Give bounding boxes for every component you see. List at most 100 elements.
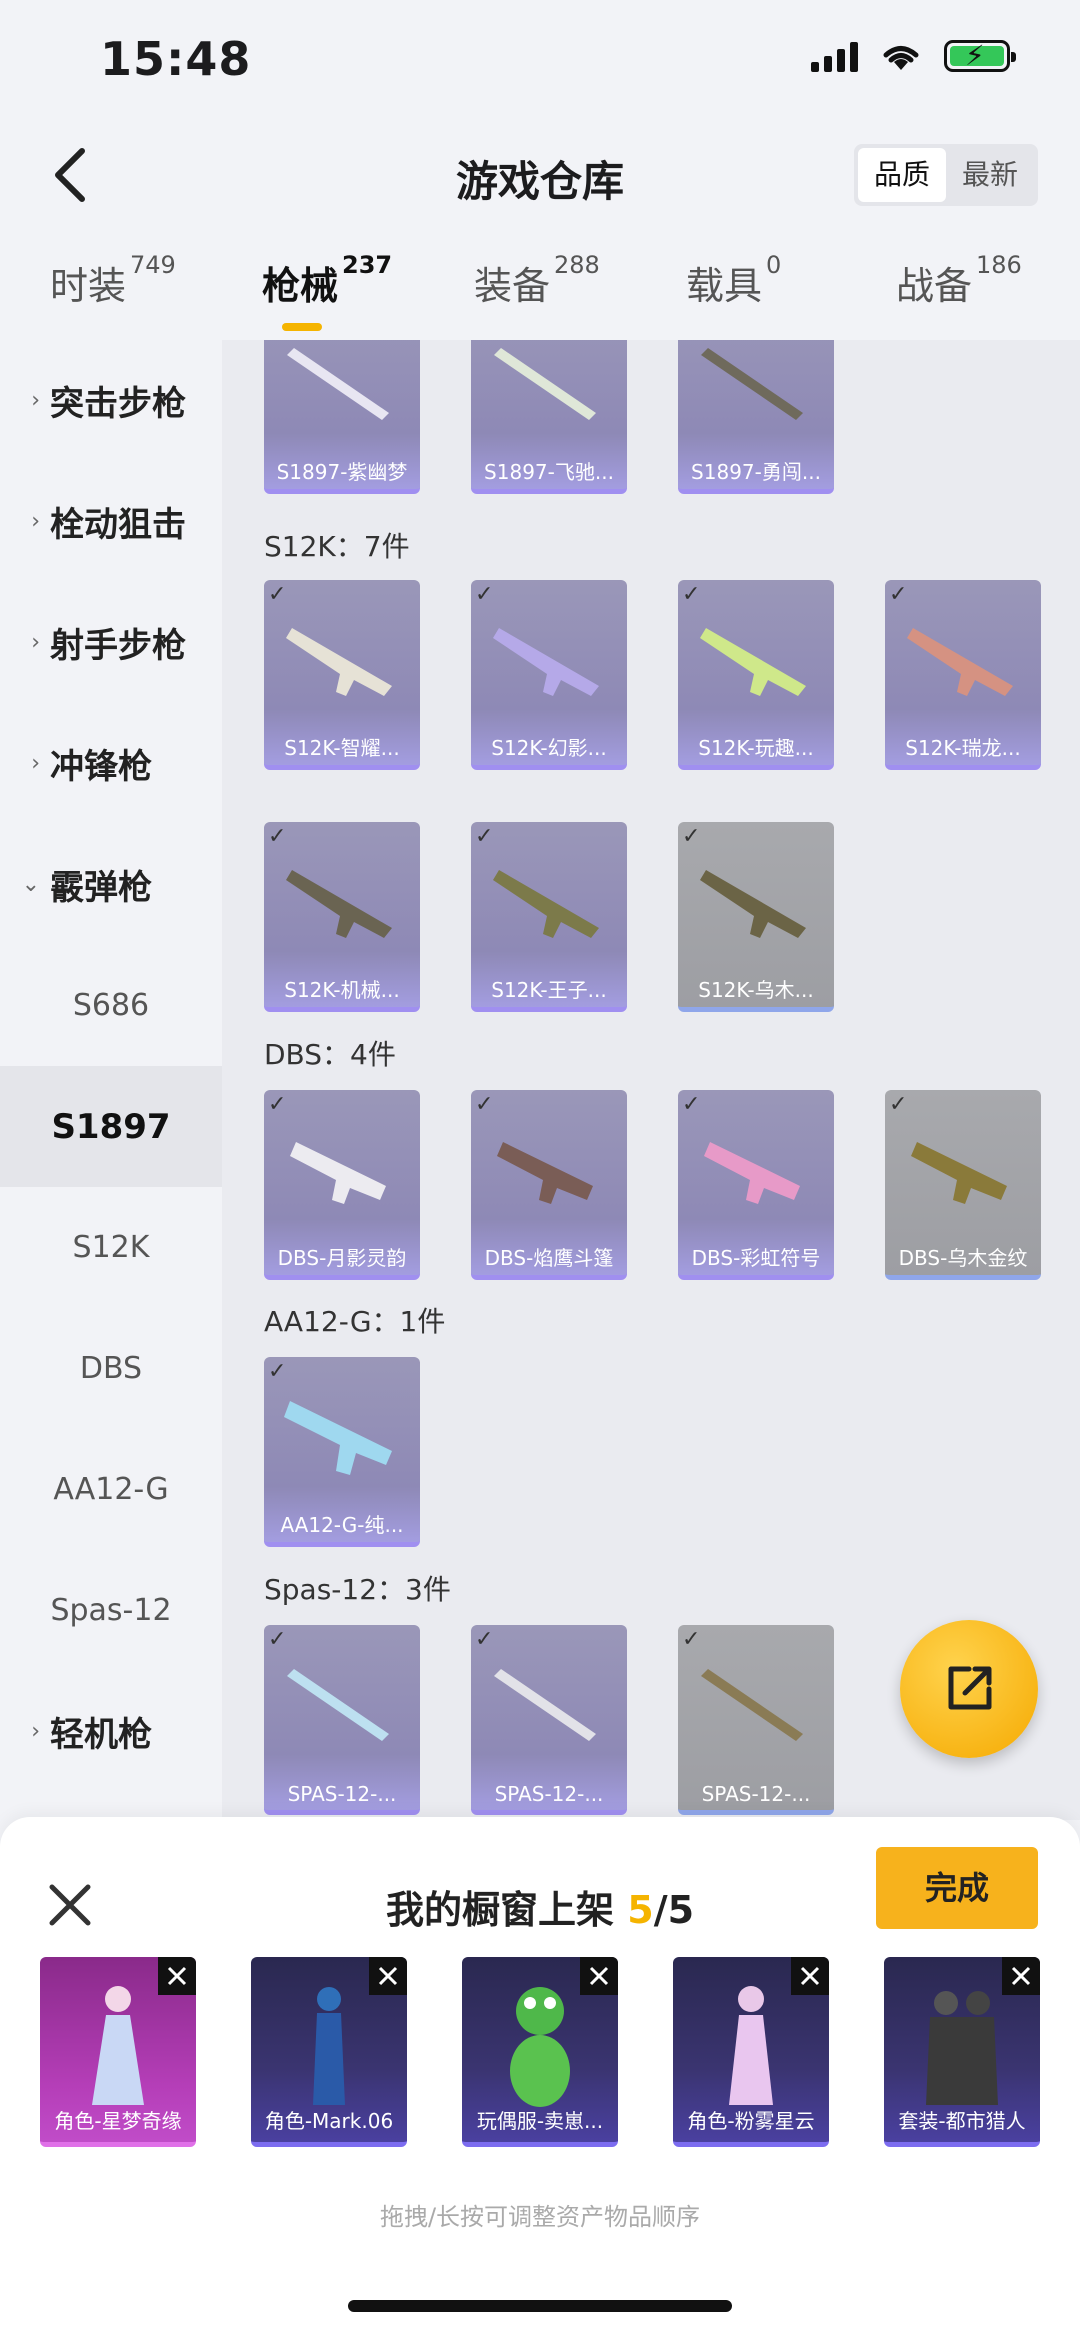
close-icon (167, 1966, 187, 1986)
sidebar: › 突击步枪 › 栓动狙击 › 射手步枪 › 冲锋枪 ⌄ 霰弹枪 S686 S1897 S… (0, 340, 222, 1820)
item-card[interactable]: S1897-飞驰... (471, 340, 627, 494)
chevron-right-icon: › (31, 1719, 40, 1744)
item-card[interactable]: S1897-紫幽梦 (264, 340, 420, 494)
close-icon (1011, 1966, 1031, 1986)
item-card[interactable]: ✓ S12K-乌木... (678, 822, 834, 1012)
status-time: 15:48 (100, 32, 252, 86)
shotgun-icon (494, 348, 596, 420)
group-title-dbs: DBS：4件 (264, 1038, 396, 1071)
sidebar-sub-dbs[interactable]: DBS (0, 1308, 222, 1429)
item-card[interactable]: ✓ S12K-机械... (264, 822, 420, 1012)
remove-item-button[interactable] (369, 1957, 407, 1995)
chevron-right-icon: › (31, 630, 40, 655)
rifle-icon (286, 870, 392, 938)
shotgun-icon (494, 1669, 596, 1741)
sidebar-sub-s12k[interactable]: S12K (0, 1187, 222, 1308)
item-card[interactable]: ✓ DBS-乌木金纹 (885, 1090, 1041, 1280)
remove-item-button[interactable] (1002, 1957, 1040, 1995)
cellular-signal-icon (811, 40, 858, 72)
sort-newest-button[interactable]: 最新 (946, 148, 1034, 202)
sidebar-item-smg[interactable]: › 冲锋枪 (0, 703, 222, 824)
tab-vehicles[interactable]: 载具 0 (686, 251, 781, 310)
share-icon (948, 1666, 992, 1710)
character-figure-icon (92, 1986, 144, 2105)
item-card[interactable]: ✓ SPAS-12-... (678, 1625, 834, 1815)
frog-costume-icon (510, 1987, 570, 2107)
character-figure-icon (313, 1987, 345, 2105)
rifle-icon (493, 870, 599, 938)
item-grid: S1897-紫幽梦 S1897-飞驰... S1897-勇闯... S12K：7… (222, 340, 1080, 1820)
sidebar-item-lmg[interactable]: › 轻机枪 (0, 1671, 222, 1792)
category-tabs: 时装 749 枪械 237 装备 288 载具 0 战备 186 (0, 251, 1080, 335)
nav-header: 游戏仓库 品质 最新 (0, 130, 1080, 220)
done-button[interactable]: 完成 (876, 1847, 1038, 1929)
item-card[interactable]: ✓ DBS-月影灵韵 (264, 1090, 420, 1280)
group-title-s12k: S12K：7件 (264, 530, 410, 563)
shotgun-icon (701, 348, 803, 420)
item-card[interactable]: ✓ SPAS-12-... (264, 1625, 420, 1815)
sidebar-item-assault-rifle[interactable]: › 突击步枪 (0, 340, 222, 461)
active-tab-indicator (282, 323, 322, 331)
sidebar-sub-s1897[interactable]: S1897 (0, 1066, 222, 1187)
item-card[interactable]: ✓ AA12-G-纯... (264, 1357, 420, 1547)
chevron-right-icon: › (31, 509, 40, 534)
share-button[interactable] (900, 1620, 1038, 1758)
shotgun-icon (287, 1669, 389, 1741)
sidebar-sub-spas12[interactable]: Spas-12 (0, 1550, 222, 1671)
close-icon (378, 1966, 398, 1986)
remove-item-button[interactable] (580, 1957, 618, 1995)
tab-equipment[interactable]: 装备 288 (474, 251, 600, 310)
showcase-sheet: 我的橱窗上架 5/5 完成 角色-星梦奇缘 角色-Mark.06 玩偶服-卖崽.… (0, 1817, 1080, 2337)
character-figure-icon (729, 1986, 773, 2105)
item-card[interactable]: ✓ S12K-玩趣... (678, 580, 834, 770)
item-card[interactable]: ✓ SPAS-12-... (471, 1625, 627, 1815)
shotgun-icon (701, 1669, 803, 1741)
sidebar-item-shotgun[interactable]: ⌄ 霰弹枪 (0, 824, 222, 945)
showcase-item[interactable]: 角色-星梦奇缘 (40, 1957, 196, 2147)
sort-toggle[interactable]: 品质 最新 (853, 144, 1038, 206)
item-card[interactable]: ✓ S12K-智耀... (264, 580, 420, 770)
item-card[interactable]: S1897-勇闯... (678, 340, 834, 494)
rifle-icon (286, 628, 392, 696)
tab-guns[interactable]: 枪械 237 (262, 251, 392, 310)
close-icon (589, 1966, 609, 1986)
item-card[interactable]: ✓ S12K-瑞龙... (885, 580, 1041, 770)
item-card[interactable]: ✓ DBS-焰鹰斗篷 (471, 1090, 627, 1280)
rifle-icon (700, 628, 806, 696)
rifle-icon (907, 628, 1013, 696)
showcase-item[interactable]: 角色-Mark.06 (251, 1957, 407, 2147)
outfit-set-icon (926, 1991, 998, 2105)
group-title-aa12g: AA12-G：1件 (264, 1305, 446, 1338)
shotgun-icon (287, 348, 389, 420)
sidebar-item-marksman-rifle[interactable]: › 射手步枪 (0, 582, 222, 703)
home-indicator (348, 2300, 732, 2312)
showcase-item[interactable]: 角色-粉雾星云 (673, 1957, 829, 2147)
status-icons: ⚡ (811, 39, 1016, 72)
shotgun-icon (290, 1142, 386, 1204)
chevron-right-icon: › (31, 751, 40, 776)
wifi-icon (883, 46, 919, 70)
item-card[interactable]: ✓ S12K-幻影... (471, 580, 627, 770)
reorder-hint: 拖拽/长按可调整资产物品顺序 (379, 2203, 701, 2231)
sidebar-sub-s686[interactable]: S686 (0, 945, 222, 1066)
rifle-icon (700, 870, 806, 938)
item-card[interactable]: ✓ DBS-彩虹符号 (678, 1090, 834, 1280)
sidebar-item-bolt-sniper[interactable]: › 栓动狙击 (0, 461, 222, 582)
shotgun-icon (284, 1401, 392, 1475)
rifle-icon (493, 628, 599, 696)
showcase-item[interactable]: 套装-都市猎人 (884, 1957, 1040, 2147)
sort-quality-button[interactable]: 品质 (857, 148, 946, 202)
shotgun-icon (497, 1142, 593, 1204)
chevron-right-icon: › (31, 388, 40, 413)
remove-item-button[interactable] (158, 1957, 196, 1995)
status-bar: 15:48 ⚡ (0, 0, 1080, 120)
remove-item-button[interactable] (791, 1957, 829, 1995)
battery-icon: ⚡ (944, 39, 1016, 72)
showcase-item[interactable]: 玩偶服-卖崽... (462, 1957, 618, 2147)
item-card[interactable]: ✓ S12K-王子... (471, 822, 627, 1012)
sidebar-sub-aa12g[interactable]: AA12-G (0, 1429, 222, 1550)
tab-supplies[interactable]: 战备 186 (896, 251, 1022, 310)
tab-fashion[interactable]: 时装 749 (50, 251, 176, 310)
close-icon (800, 1966, 820, 1986)
shotgun-icon (911, 1142, 1007, 1204)
